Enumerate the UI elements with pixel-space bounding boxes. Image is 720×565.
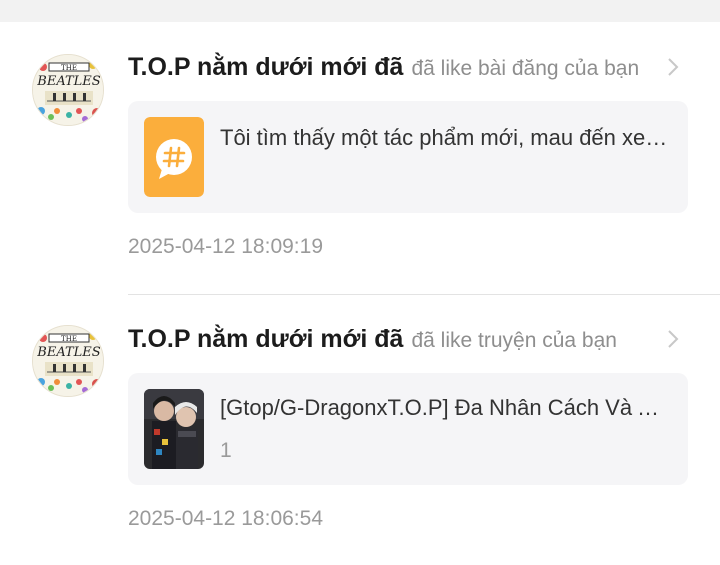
card-text: Tôi tìm thấy một tác phẩm mới, mau đến x…: [220, 125, 672, 150]
hashtag-topic-icon: [144, 117, 204, 197]
story-thumbnail: [144, 389, 204, 469]
svg-text:BEATLES: BEATLES: [36, 74, 101, 89]
notification-card[interactable]: [Gtop/G-DragonxT.O.P] Đa Nhân Cách Và An…: [128, 373, 688, 485]
user-avatar[interactable]: THE BEATLES: [32, 325, 104, 397]
timestamp: 2025-04-12 18:06:54: [128, 507, 323, 530]
svg-text:THE: THE: [61, 64, 77, 72]
notification-title: T.O.P nằm dưới mới đã đã like truyện của …: [128, 322, 617, 356]
notification-title: T.O.P nằm dưới mới đã đã like bài đăng củ…: [128, 50, 639, 84]
beatles-avatar-icon: THE BEATLES: [33, 55, 103, 125]
user-avatar[interactable]: THE BEATLES: [32, 54, 104, 126]
action-text: đã like bài đăng của bạn: [411, 57, 640, 80]
chevron-right-icon[interactable]: [664, 54, 682, 80]
topic-thumbnail: [144, 117, 204, 197]
chevron-right-icon[interactable]: [664, 326, 682, 352]
timestamp: 2025-04-12 18:09:19: [128, 235, 323, 258]
user-name-link[interactable]: T.O.P nằm dưới mới đã: [128, 325, 403, 353]
card-subtext: 1: [220, 439, 232, 462]
card-text: [Gtop/G-DragonxT.O.P] Đa Nhân Cách Và An…: [220, 395, 672, 420]
divider: [128, 294, 720, 295]
notification-card[interactable]: Tôi tìm thấy một tác phẩm mới, mau đến x…: [128, 101, 688, 213]
user-name-link[interactable]: T.O.P nằm dưới mới đã: [128, 53, 403, 81]
top-separator-strip: [0, 0, 720, 22]
beatles-avatar-icon: THE BEATLES: [33, 326, 103, 396]
action-text: đã like truyện của bạn: [411, 329, 617, 352]
story-cover-image: [144, 389, 204, 469]
svg-text:BEATLES: BEATLES: [36, 345, 101, 360]
svg-text:THE: THE: [61, 335, 77, 343]
